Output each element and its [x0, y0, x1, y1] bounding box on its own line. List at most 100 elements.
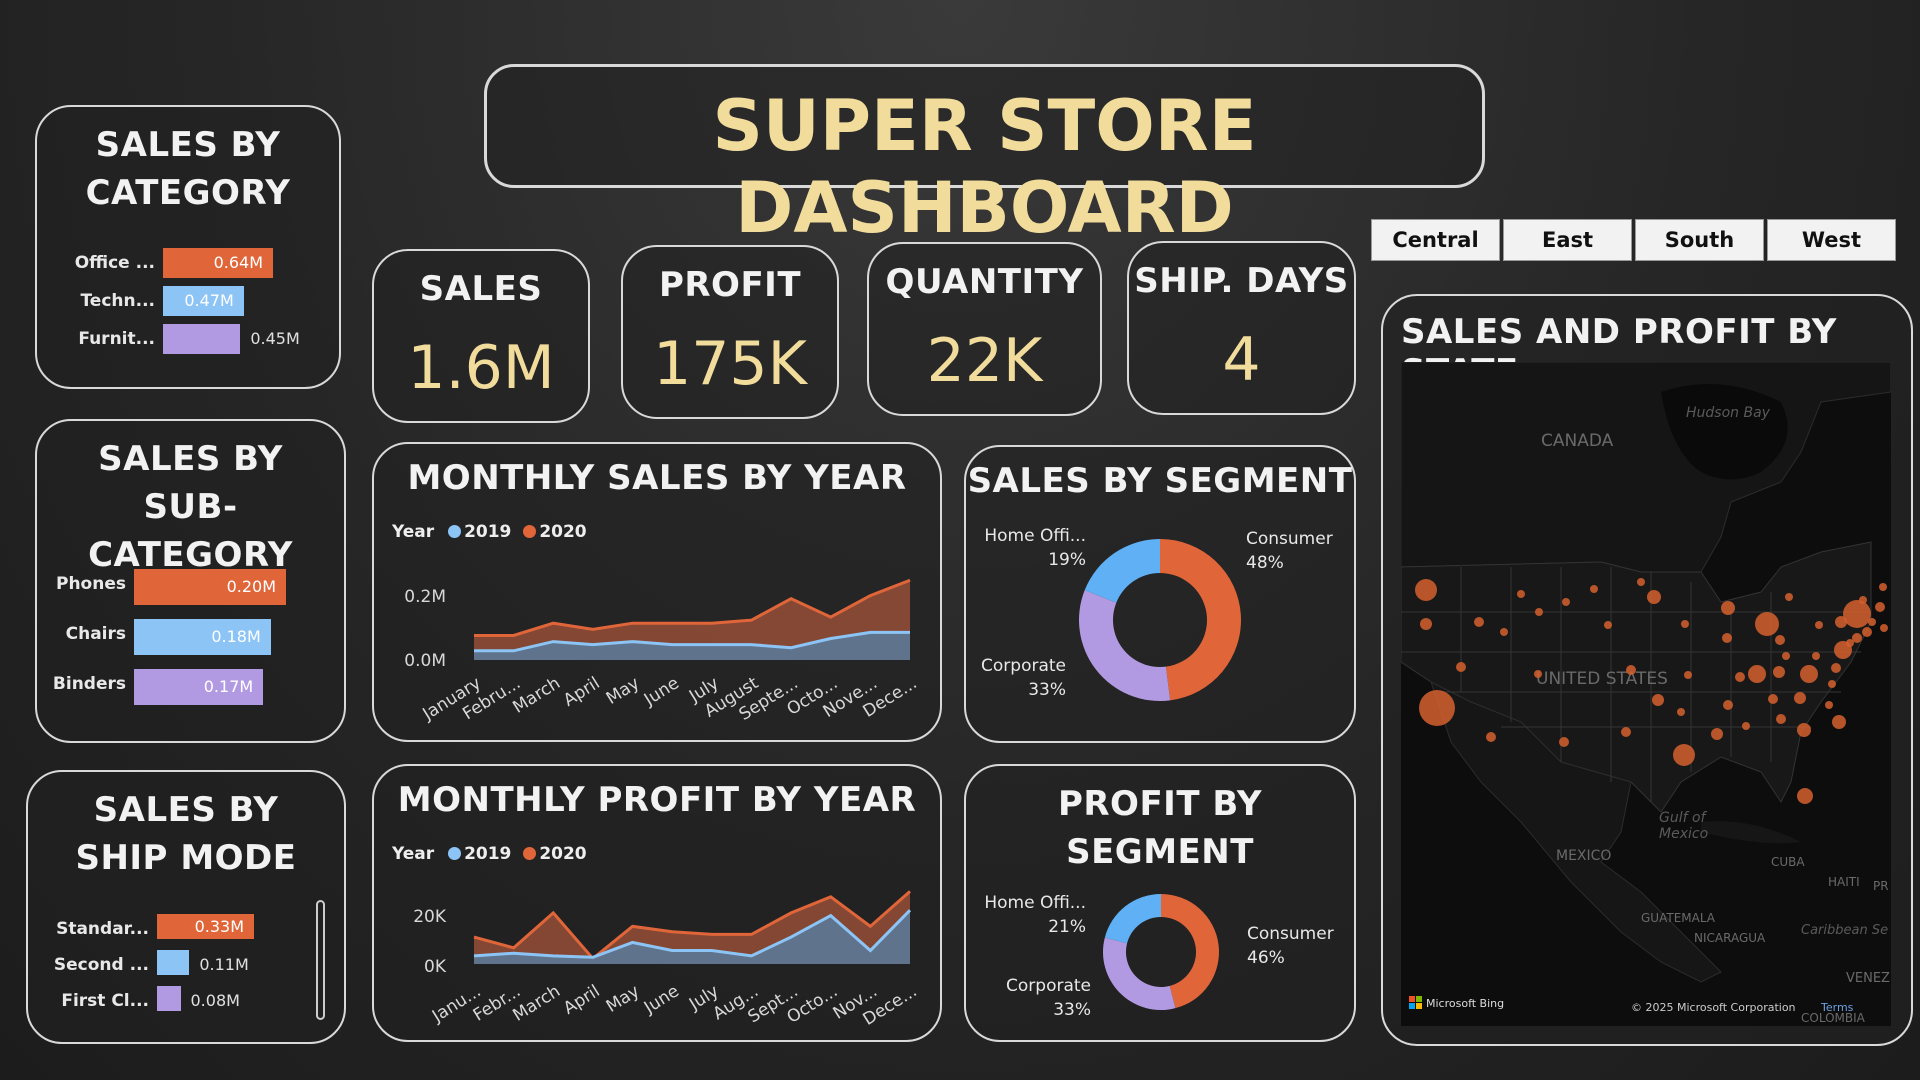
state-bubble[interactable]: [1673, 744, 1695, 766]
state-bubble[interactable]: [1604, 621, 1612, 629]
bar-label: Furnit...: [78, 329, 155, 349]
donut-slice[interactable]: [1079, 590, 1171, 701]
state-bubble[interactable]: [1879, 583, 1887, 591]
kpi-ship-days-label: SHIP. DAYS: [1134, 261, 1349, 301]
bar[interactable]: [157, 950, 190, 975]
state-bubble[interactable]: [1794, 692, 1806, 704]
state-bubble[interactable]: [1456, 662, 1466, 672]
state-bubble[interactable]: [1812, 652, 1820, 660]
state-bubble[interactable]: [1474, 617, 1484, 627]
state-bubble[interactable]: [1832, 715, 1846, 729]
bar-value-label: 0.08M: [190, 991, 240, 1010]
state-bubble[interactable]: [1828, 680, 1836, 688]
bar[interactable]: 0.47M: [163, 286, 244, 316]
state-bubble[interactable]: [1517, 590, 1525, 598]
donut-slice[interactable]: [1103, 937, 1176, 1010]
region-button-east[interactable]: East: [1503, 219, 1632, 261]
state-bubble[interactable]: [1647, 590, 1661, 604]
state-bubble[interactable]: [1684, 671, 1692, 679]
segment-pct-corporate: 33%: [1053, 1000, 1091, 1020]
state-bubble[interactable]: [1419, 690, 1455, 726]
state-bubble[interactable]: [1621, 727, 1631, 737]
state-bubble[interactable]: [1868, 618, 1876, 626]
bar[interactable]: 0.20M: [134, 569, 286, 605]
monthly-profit-area-chart: 20K0KJanu...Febr...MarchApril MayJune July…: [413, 890, 921, 1030]
state-bubble[interactable]: [1742, 722, 1750, 730]
state-bubble[interactable]: [1721, 601, 1735, 615]
state-bubble[interactable]: [1415, 579, 1437, 601]
state-bubble[interactable]: [1681, 620, 1689, 628]
map-label-gulf: Gulf of: [1659, 810, 1708, 826]
state-bubble[interactable]: [1637, 578, 1645, 586]
state-bubble[interactable]: [1859, 596, 1867, 604]
state-bubble[interactable]: [1785, 593, 1793, 601]
state-bubble[interactable]: [1875, 602, 1885, 612]
segment-label-consumer: Consumer: [1246, 529, 1333, 549]
bar[interactable]: 0.17M: [134, 669, 264, 705]
state-bubble[interactable]: [1652, 694, 1664, 706]
state-bubble[interactable]: [1815, 621, 1823, 629]
state-bubble[interactable]: [1755, 612, 1779, 636]
state-bubble[interactable]: [1626, 665, 1636, 675]
state-bubble[interactable]: [1852, 633, 1862, 643]
bar[interactable]: [157, 986, 181, 1011]
state-bubble[interactable]: [1723, 700, 1733, 710]
state-bubble[interactable]: [1800, 665, 1818, 683]
bar-value-label: 0.47M: [184, 291, 234, 310]
region-button-south[interactable]: South: [1635, 219, 1764, 261]
state-bubble[interactable]: [1862, 627, 1872, 637]
state-bubble[interactable]: [1711, 728, 1723, 740]
segment-label-corporate: Corporate: [981, 656, 1066, 676]
kpi-sales-value: 1.6M: [407, 333, 555, 403]
donut-slice[interactable]: [1084, 539, 1160, 603]
state-bubble[interactable]: [1559, 737, 1569, 747]
bar-label: Office ...: [74, 253, 155, 273]
bar[interactable]: 0.33M: [157, 914, 254, 939]
state-bubble[interactable]: [1776, 714, 1786, 724]
bing-label: Microsoft Bing: [1426, 997, 1504, 1010]
state-bubble[interactable]: [1486, 732, 1496, 742]
state-bubble[interactable]: [1722, 633, 1732, 643]
donut-slice[interactable]: [1104, 894, 1161, 944]
state-bubble[interactable]: [1748, 665, 1766, 683]
state-bubble[interactable]: [1825, 701, 1833, 709]
state-bubble[interactable]: [1773, 666, 1785, 678]
state-bubble[interactable]: [1562, 598, 1570, 606]
state-bubble[interactable]: [1831, 663, 1841, 673]
state-bubble[interactable]: [1500, 628, 1508, 636]
state-bubble[interactable]: [1797, 788, 1813, 804]
y-tick-label: 0.0M: [404, 651, 446, 671]
state-bubble[interactable]: [1797, 723, 1811, 737]
bar-value-label: 0.64M: [213, 253, 263, 272]
state-map[interactable]: Hudson Bay CANADA UNITED STATES Gulf of …: [1401, 362, 1891, 1026]
state-bubble[interactable]: [1880, 624, 1888, 632]
region-button-central[interactable]: Central: [1371, 219, 1500, 261]
bar[interactable]: 0.64M: [163, 248, 273, 278]
state-bubble[interactable]: [1534, 670, 1542, 678]
segment-pct-home-office: 21%: [1048, 917, 1086, 937]
state-bubble[interactable]: [1775, 635, 1785, 645]
state-bubble[interactable]: [1735, 672, 1745, 682]
map-label-mexico: MEXICO: [1556, 848, 1611, 864]
bar[interactable]: [163, 324, 241, 354]
state-bubble[interactable]: [1590, 585, 1598, 593]
state-bubble[interactable]: [1768, 694, 1778, 704]
bar[interactable]: 0.18M: [134, 619, 271, 655]
y-tick-label: 0.2M: [404, 587, 446, 607]
state-bubble[interactable]: [1535, 608, 1543, 616]
state-bubble[interactable]: [1677, 708, 1685, 716]
region-button-west[interactable]: West: [1767, 219, 1896, 261]
state-bubble[interactable]: [1420, 618, 1432, 630]
map-label-guatemala: GUATEMALA: [1641, 911, 1716, 925]
donut-slice[interactable]: [1160, 539, 1242, 701]
map-terms-link[interactable]: Terms: [1820, 1001, 1854, 1014]
bing-logo-square-green: [1416, 996, 1422, 1002]
ship-mode-scrollbar[interactable]: [316, 900, 325, 1020]
state-bubble[interactable]: [1782, 652, 1790, 660]
monthly-sales-area-chart: 0.2M0.0MJanuaryFebru...MarchApril MayJune…: [404, 578, 921, 725]
bar-label: Binders: [52, 674, 126, 694]
state-bubble[interactable]: [1843, 600, 1871, 628]
segment-label-consumer: Consumer: [1247, 924, 1334, 944]
x-tick-label: April: [560, 981, 604, 1019]
sales-by-segment-donut: Home Offi... 19% Consumer 48% Corporate 33%: [981, 526, 1333, 701]
